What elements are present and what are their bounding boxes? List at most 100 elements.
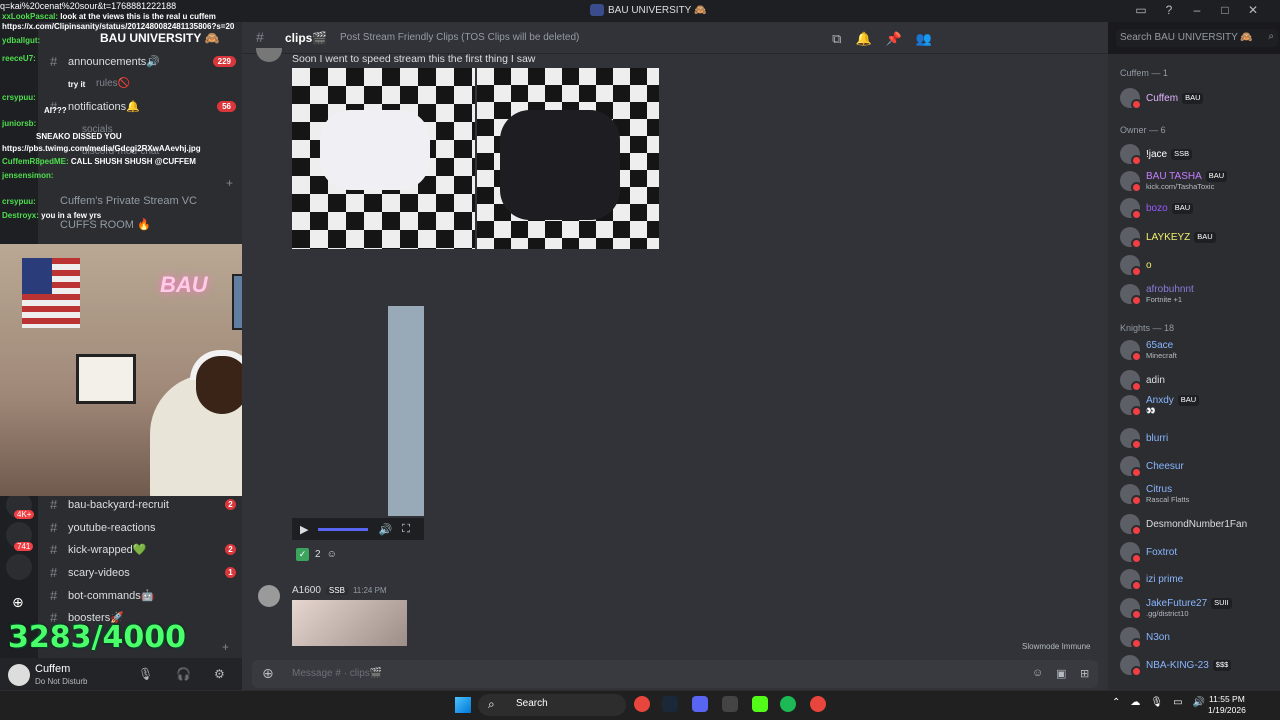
search-placeholder: Search BAU UNIVERSITY 🙈 bbox=[1120, 32, 1253, 43]
member-row[interactable]: 65ace Minecraft bbox=[1120, 340, 1280, 362]
server-name[interactable]: BAU UNIVERSITY 🙈 bbox=[100, 31, 219, 45]
channel-rules[interactable]: rules🚫 bbox=[96, 78, 130, 89]
member-row[interactable]: DesmondNumber1Fan bbox=[1120, 514, 1280, 536]
channel-notifications[interactable]: # notifications🔔 56 bbox=[50, 99, 236, 114]
member-row[interactable]: JakeFuture27 SUII .gg/district10 bbox=[1120, 598, 1280, 620]
member-row[interactable]: BAU TASHA BAU kick.com/TashaToxic bbox=[1120, 171, 1280, 193]
clock[interactable]: 11:55 PM 1/19/2026 bbox=[1208, 694, 1246, 716]
member-row[interactable]: afrobuhnnt Fortnite +1 bbox=[1120, 284, 1280, 306]
network-icon[interactable]: ▭ bbox=[1173, 697, 1182, 708]
channel-announcements[interactable]: # announcements🔊 229 bbox=[50, 54, 236, 69]
close-button[interactable]: ✕ bbox=[1246, 3, 1260, 17]
discord-icon[interactable] bbox=[692, 696, 708, 712]
author-name[interactable]: A1600 bbox=[292, 585, 321, 596]
hash-icon: # bbox=[50, 497, 58, 512]
add-server-icon[interactable]: ⊕ bbox=[12, 594, 24, 611]
voice-channel[interactable]: Cuffem's Private Stream VC bbox=[60, 195, 197, 207]
taskbar-search[interactable]: ⌕ Search bbox=[478, 694, 626, 716]
reaction[interactable]: ✓ 2 ☺ bbox=[296, 548, 337, 561]
flag-canton bbox=[22, 258, 52, 294]
member-row[interactable]: adin bbox=[1120, 370, 1280, 392]
video-attachment[interactable] bbox=[388, 306, 424, 516]
channel-bau-backyard-recruit[interactable]: # bau-backyard-recruit 2 bbox=[50, 497, 236, 512]
member-row[interactable]: !jace SSB bbox=[1120, 144, 1280, 166]
emoji-icon[interactable]: ☺ bbox=[1032, 667, 1043, 679]
headphones-icon[interactable]: 🎧 bbox=[176, 667, 191, 681]
volume-icon[interactable]: 🔊 bbox=[378, 523, 392, 536]
role-tag: BAU bbox=[1182, 92, 1204, 104]
message-image[interactable] bbox=[292, 600, 407, 646]
system-tray: ⌃ ☁ 🎙 ▭ 🔊 bbox=[1112, 697, 1205, 708]
cloud-icon[interactable]: ☁ bbox=[1130, 697, 1140, 708]
chat-user: CuffemR8pedME: bbox=[2, 157, 69, 166]
member-row[interactable]: Anxdy BAU 👀 bbox=[1120, 395, 1280, 417]
sticker-icon[interactable]: ▣ bbox=[1056, 667, 1066, 680]
channel-name: notifications🔔 bbox=[68, 101, 140, 113]
channel-scary-videos[interactable]: # scary-videos 1 bbox=[50, 565, 236, 580]
add-reaction-icon[interactable]: ☺ bbox=[327, 549, 337, 560]
fullscreen-icon[interactable]: ⛶ bbox=[402, 523, 410, 536]
member-row[interactable]: Cuffem BAU bbox=[1120, 88, 1280, 110]
server-icon[interactable] bbox=[6, 554, 32, 580]
threads-icon[interactable]: ⧉ bbox=[832, 31, 841, 47]
member-row[interactable]: o bbox=[1120, 255, 1280, 277]
member-activity: Rascal Flatts bbox=[1146, 495, 1190, 504]
help-icon[interactable]: ? bbox=[1162, 3, 1176, 17]
member-row[interactable]: izi prime bbox=[1120, 569, 1280, 591]
attach-icon[interactable]: ⊕ bbox=[262, 665, 274, 682]
chat-line: https://x.com/Clipinsanity/status/201248… bbox=[2, 22, 234, 31]
chat-message: you in a few yrs bbox=[41, 211, 102, 220]
microphone-icon[interactable]: 🎙 bbox=[138, 667, 153, 681]
members-icon[interactable]: 👥 bbox=[916, 31, 932, 47]
chevron-up-icon[interactable]: ⌃ bbox=[1112, 697, 1120, 708]
avatar[interactable] bbox=[8, 664, 30, 686]
member-row[interactable]: Cheesur bbox=[1120, 456, 1280, 478]
spotify-icon[interactable] bbox=[780, 696, 796, 712]
member-row[interactable]: Citrus Rascal Flatts bbox=[1120, 484, 1280, 506]
kick-icon[interactable] bbox=[752, 696, 768, 712]
member-activity: .gg/district10 bbox=[1146, 609, 1189, 618]
inbox-icon[interactable]: ▭ bbox=[1134, 3, 1148, 17]
member-row[interactable]: NBA-KING-23 $$$ bbox=[1120, 655, 1280, 677]
minimize-button[interactable]: – bbox=[1190, 3, 1204, 17]
microphone-icon[interactable]: 🎙 bbox=[1150, 697, 1163, 708]
chrome-icon[interactable] bbox=[634, 696, 650, 712]
message-composer[interactable]: ⊕ Message # · clips🎬 ☺ ▣ ⊞ bbox=[252, 660, 1098, 688]
member-row[interactable]: Foxtrot bbox=[1120, 542, 1280, 564]
member-info: !jace SSB bbox=[1146, 148, 1193, 160]
member-row[interactable]: LAYKEYZ BAU bbox=[1120, 227, 1280, 249]
channel-kick-wrapped[interactable]: # kick-wrapped💚 2 bbox=[50, 542, 236, 557]
chrome-icon[interactable] bbox=[810, 696, 826, 712]
pin-icon[interactable]: 📌 bbox=[886, 31, 902, 47]
gear-icon[interactable]: ⚙ bbox=[214, 667, 225, 681]
avatar bbox=[1120, 171, 1142, 193]
maximize-button[interactable]: □ bbox=[1218, 3, 1232, 17]
chat-line: jensensimon: bbox=[2, 171, 54, 180]
channel-youtube-reactions[interactable]: # youtube-reactions bbox=[50, 520, 236, 535]
windows-start-icon[interactable] bbox=[455, 697, 471, 713]
member-row[interactable]: bozo BAU bbox=[1120, 198, 1280, 220]
add-channel-icon[interactable]: + bbox=[222, 640, 229, 654]
member-row[interactable]: N3on bbox=[1120, 627, 1280, 649]
chat-line: try it bbox=[68, 80, 85, 89]
avatar[interactable] bbox=[258, 585, 280, 607]
chat-user: xxLookPascal: bbox=[2, 12, 59, 21]
avatar bbox=[1120, 514, 1142, 536]
app-icon[interactable] bbox=[722, 696, 738, 712]
member-name: o bbox=[1146, 259, 1152, 271]
video-progress[interactable] bbox=[318, 527, 369, 531]
channel-bot-commands[interactable]: # bot-commands🤖 bbox=[50, 588, 236, 603]
avatar bbox=[1120, 598, 1142, 620]
gift-icon[interactable]: ⊞ bbox=[1080, 667, 1089, 680]
add-channel-icon[interactable]: + bbox=[226, 176, 233, 190]
play-icon[interactable]: ▶ bbox=[300, 523, 308, 536]
member-row[interactable]: blurri bbox=[1120, 428, 1280, 450]
message-header: A1600 SSB 11:24 PM bbox=[292, 585, 387, 596]
steam-icon[interactable] bbox=[662, 696, 678, 712]
clock-date: 1/19/2026 bbox=[1208, 705, 1246, 715]
channel-name: bot-commands🤖 bbox=[68, 590, 155, 602]
member-info: DesmondNumber1Fan bbox=[1146, 519, 1247, 530]
search-input[interactable]: Search BAU UNIVERSITY 🙈 ⌕ bbox=[1116, 29, 1278, 47]
volume-icon[interactable]: 🔊 bbox=[1193, 697, 1205, 708]
bell-icon[interactable]: 🔔 bbox=[855, 31, 871, 47]
